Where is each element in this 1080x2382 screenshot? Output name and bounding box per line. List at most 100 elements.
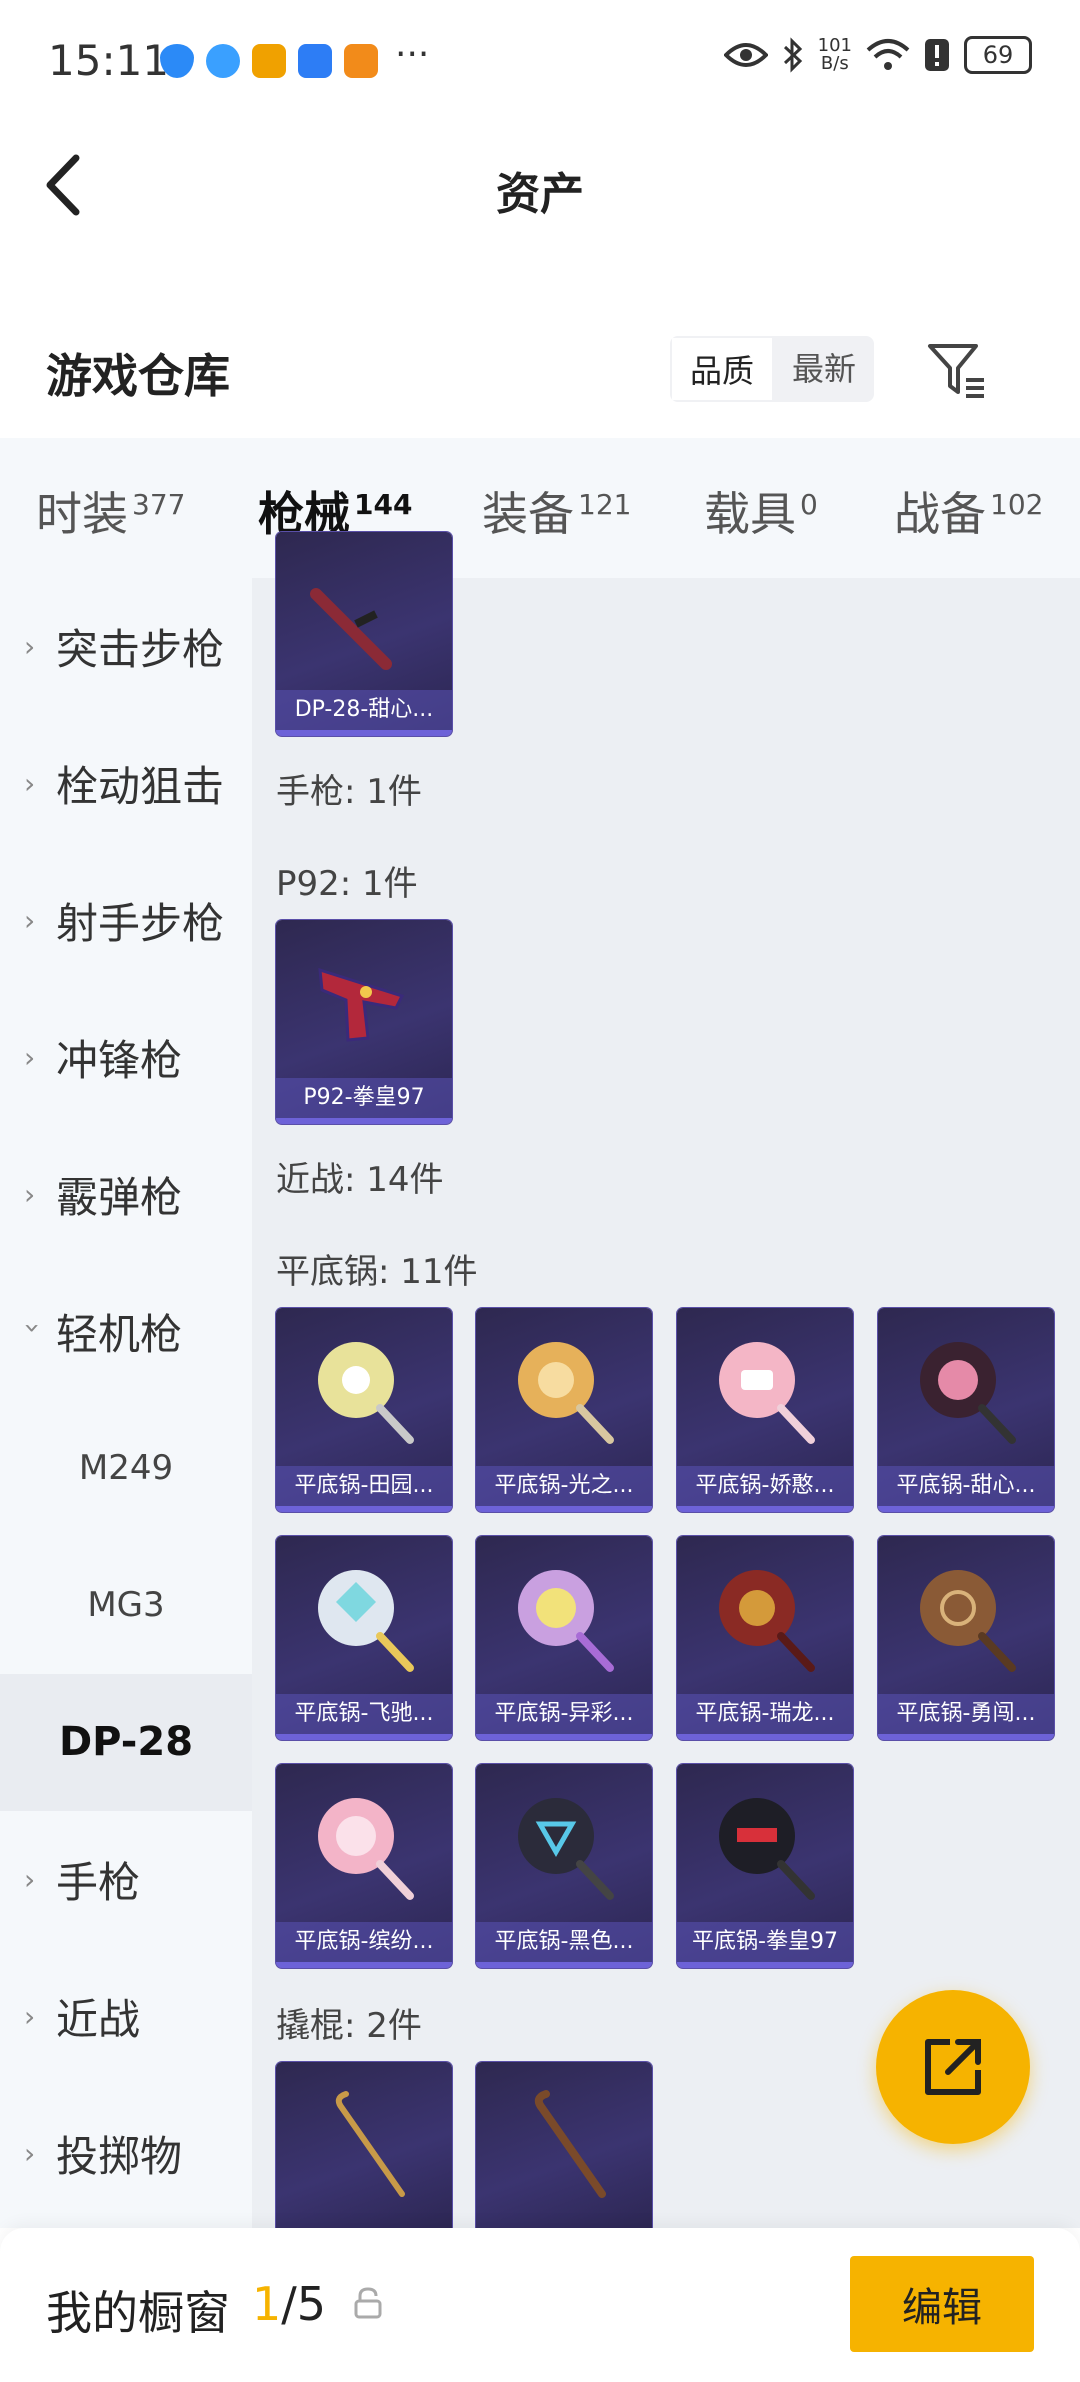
system-icons: 101 B/s 69 bbox=[723, 36, 1032, 74]
section-melee: 近战: 14件 bbox=[276, 1160, 444, 1200]
sidebar-item-pistol[interactable]: › 手枪 bbox=[0, 1811, 252, 1948]
tab-count: 0 bbox=[800, 487, 818, 521]
rarity-bar bbox=[677, 1506, 853, 1512]
chevron-right-icon: › bbox=[24, 1041, 36, 1074]
gamepad-app-icon bbox=[344, 44, 378, 78]
edit-button[interactable]: 编辑 bbox=[850, 2256, 1034, 2352]
alert-icon bbox=[925, 39, 949, 71]
item-card[interactable]: DP-28-甜心... bbox=[276, 532, 452, 736]
sidebar-item-label: 轻机枪 bbox=[56, 1310, 183, 1359]
tab-count: 144 bbox=[354, 487, 413, 521]
item-card[interactable]: 平底锅-缤纷... bbox=[276, 1764, 452, 1968]
notification-icons bbox=[160, 44, 378, 78]
tab-count: 102 bbox=[990, 487, 1044, 521]
tab-supplies[interactable]: 战备 102 bbox=[894, 478, 1043, 544]
share-icon bbox=[925, 2039, 981, 2095]
showcase-title: 我的橱窗 bbox=[46, 2286, 230, 2340]
rarity-bar bbox=[276, 730, 452, 736]
sidebar-item-bolt-sniper[interactable]: › 栓动狙击 bbox=[0, 715, 252, 852]
net-speed: 101 B/s bbox=[818, 37, 852, 73]
tab-vehicles[interactable]: 载具 0 bbox=[704, 478, 818, 544]
item-card[interactable]: 平底锅-勇闯... bbox=[878, 1536, 1054, 1740]
crowbar-icon bbox=[534, 2090, 606, 2198]
pan-skin-icon bbox=[719, 1342, 815, 1444]
crowbar-icon bbox=[335, 2091, 405, 2197]
tab-label: 载具 bbox=[704, 487, 796, 541]
rarity-bar bbox=[276, 1506, 452, 1512]
sidebar-item-label: 手枪 bbox=[56, 1858, 141, 1907]
tab-count: 121 bbox=[578, 487, 632, 521]
showcase-count: 1/5 bbox=[252, 2277, 326, 2331]
showcase-total: /5 bbox=[281, 2277, 327, 2331]
net-speed-unit: B/s bbox=[820, 53, 849, 74]
item-card[interactable]: 平底锅-娇憨... bbox=[677, 1308, 853, 1512]
sort-toggle: 品质 最新 bbox=[670, 336, 874, 402]
item-card[interactable]: 平底锅-黑色... bbox=[476, 1764, 652, 1968]
sidebar-item-shotgun[interactable]: › 霰弹枪 bbox=[0, 1126, 252, 1263]
sidebar-item-label: 冲锋枪 bbox=[56, 1036, 183, 1085]
pan-skin-icon bbox=[719, 1798, 815, 1900]
item-name: P92-拳皇97 bbox=[276, 1078, 452, 1118]
status-time: 15:11 bbox=[48, 36, 170, 85]
sidebar-item-lmg[interactable]: › 轻机枪 bbox=[0, 1263, 252, 1400]
item-card[interactable]: 平底锅-异彩... bbox=[476, 1536, 652, 1740]
pan-skin-icon bbox=[920, 1342, 1016, 1444]
sidebar-item-assault-rifle[interactable]: › 突击步枪 bbox=[0, 578, 252, 715]
item-card[interactable]: 平底锅-光之... bbox=[476, 1308, 652, 1512]
sidebar-subitem-dp28[interactable]: DP-28 bbox=[0, 1674, 252, 1811]
warehouse-title: 游戏仓库 bbox=[46, 349, 230, 403]
pan-skin-icon bbox=[318, 1342, 414, 1444]
rarity-bar bbox=[878, 1734, 1054, 1740]
item-name: 平底锅-黑色... bbox=[476, 1922, 652, 1962]
item-name: 平底锅-勇闯... bbox=[878, 1694, 1054, 1734]
tab-equipment[interactable]: 装备 121 bbox=[482, 478, 631, 544]
item-card[interactable] bbox=[276, 2062, 452, 2242]
dp28-skin-icon bbox=[310, 588, 392, 670]
sidebar-item-smg[interactable]: › 冲锋枪 bbox=[0, 989, 252, 1126]
pan-skin-icon bbox=[920, 1570, 1016, 1672]
sidebar-subitem-mg3[interactable]: MG3 bbox=[0, 1537, 252, 1674]
sidebar-subitem-m249[interactable]: M249 bbox=[0, 1400, 252, 1537]
item-card[interactable]: 平底锅-飞驰... bbox=[276, 1536, 452, 1740]
item-card[interactable]: 平底锅-甜心... bbox=[878, 1308, 1054, 1512]
section-crowbar: 撬棍: 2件 bbox=[276, 2006, 422, 2046]
lock-icon bbox=[354, 2287, 382, 2319]
sidebar-item-throwable[interactable]: › 投掷物 bbox=[0, 2085, 252, 2222]
pistol-skin-icon bbox=[318, 967, 405, 1042]
item-card[interactable]: 平底锅-拳皇97 bbox=[677, 1764, 853, 1968]
rarity-bar bbox=[476, 1506, 652, 1512]
sidebar-item-marksman-rifle[interactable]: › 射手步枪 bbox=[0, 852, 252, 989]
shield-app-icon bbox=[160, 44, 194, 78]
chevron-right-icon: › bbox=[24, 630, 36, 663]
pan-skin-icon bbox=[518, 1570, 614, 1672]
eye-icon bbox=[723, 43, 768, 67]
share-button[interactable] bbox=[876, 1990, 1030, 2144]
tab-label: 战备 bbox=[894, 487, 986, 541]
sort-quality-option[interactable]: 品质 bbox=[670, 336, 774, 402]
sidebar-item-melee[interactable]: › 近战 bbox=[0, 1948, 252, 2085]
filter-icon[interactable] bbox=[926, 340, 988, 402]
chevron-right-icon: › bbox=[24, 2137, 36, 2170]
rarity-bar bbox=[677, 1734, 853, 1740]
status-bar: 15:11 ··· 101 B/s 69 bbox=[0, 0, 1080, 130]
pan-skin-icon bbox=[719, 1570, 815, 1672]
pan-skin-icon bbox=[518, 1798, 614, 1900]
showcase-current: 1 bbox=[252, 2277, 282, 2331]
item-card[interactable]: 平底锅-瑞龙... bbox=[677, 1536, 853, 1740]
rarity-bar bbox=[276, 1734, 452, 1740]
rarity-bar bbox=[476, 1962, 652, 1968]
tab-fashion[interactable]: 时装 377 bbox=[36, 478, 185, 544]
chevron-right-icon: › bbox=[24, 767, 36, 800]
pan-skin-icon bbox=[318, 1570, 414, 1672]
weapon-category-sidebar: › 突击步枪 › 栓动狙击 › 射手步枪 › 冲锋枪 › 霰弹枪 › 轻机枪 M249 MG… bbox=[0, 578, 252, 2228]
sort-latest-option[interactable]: 最新 bbox=[774, 336, 874, 402]
browser-app-icon bbox=[206, 44, 240, 78]
item-card[interactable] bbox=[476, 2062, 652, 2242]
item-card[interactable]: P92-拳皇97 bbox=[276, 920, 452, 1124]
page-title: 资产 bbox=[496, 169, 584, 220]
tab-label: 装备 bbox=[482, 487, 574, 541]
item-card[interactable]: 平底锅-田园... bbox=[276, 1308, 452, 1512]
tab-count: 377 bbox=[132, 487, 186, 521]
sidebar-item-label: 栓动狙击 bbox=[56, 762, 225, 811]
item-name: 平底锅-甜心... bbox=[878, 1466, 1054, 1506]
